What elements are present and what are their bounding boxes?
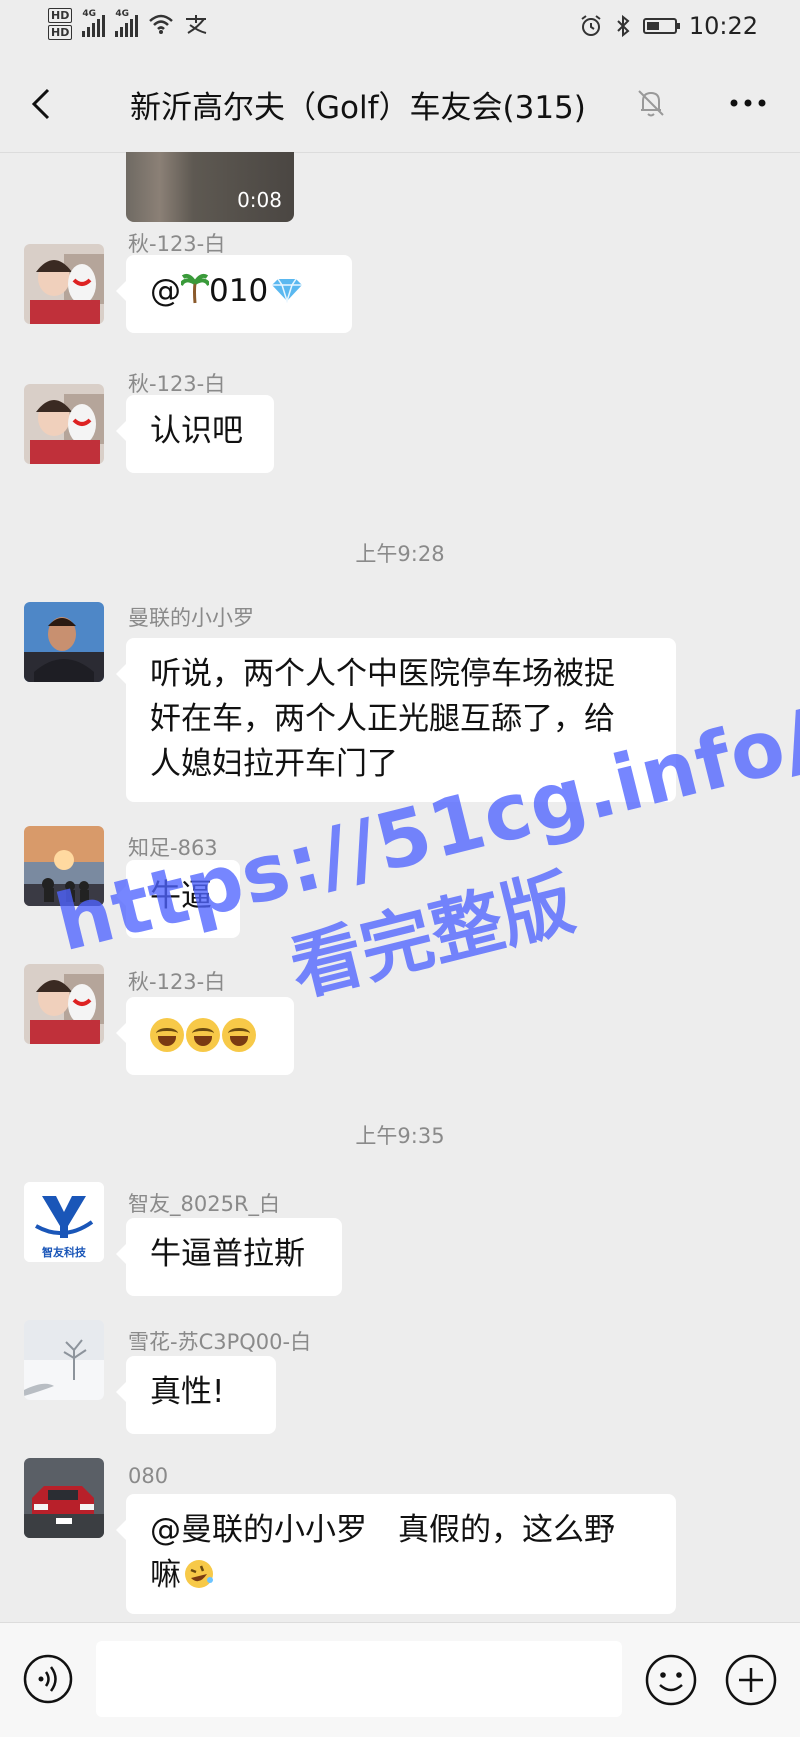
avatar[interactable] <box>24 826 104 906</box>
avatar[interactable] <box>24 384 104 464</box>
network-type-2: 4G <box>115 9 129 19</box>
video-duration: 0:08 <box>237 188 282 212</box>
message-bubble[interactable]: 牛逼 <box>116 860 240 938</box>
network-type-1: 4G <box>82 9 96 19</box>
mute-bell-icon <box>638 90 664 117</box>
chat-title: 新沂高尔夫（Golf）车友会(315) <box>130 90 586 126</box>
message-text: 牛逼普拉斯 <box>150 1236 305 1272</box>
avatar[interactable]: 智友科技 <box>24 1182 104 1262</box>
message-input-bar <box>0 1622 800 1737</box>
sender-name: 秋-123-白 <box>128 372 226 396</box>
message-text-line: @曼联的小小罗 真假的，这么野 <box>150 1512 615 1548</box>
sender-name: 曼联的小小罗 <box>128 606 254 630</box>
chat-header: 新沂高尔夫（Golf）车友会(315) <box>0 56 800 153</box>
message-text-line: 嘛 <box>150 1553 652 1598</box>
laughing-emoji-icon <box>150 1017 184 1052</box>
message-text-line: 听说，两个人个中医院停车场被捉 <box>150 656 615 692</box>
message-text: @ <box>150 273 181 309</box>
rofl-emoji-icon <box>185 1560 213 1588</box>
alipay-icon <box>186 15 207 34</box>
avatar[interactable] <box>24 244 104 324</box>
avatar-logo-text: 智友科技 <box>42 1245 87 1259</box>
message-bubble[interactable]: 真性! <box>116 1356 276 1434</box>
battery-icon <box>642 18 680 34</box>
avatar[interactable] <box>24 1320 104 1400</box>
message-text: 真性! <box>150 1374 225 1410</box>
signal-icon-1: 4G <box>82 9 106 37</box>
bluetooth-icon <box>617 14 630 38</box>
message-text: 牛逼 <box>150 878 212 914</box>
laughing-emoji-icon <box>222 1017 256 1052</box>
hd-badge-1: HD <box>48 8 73 23</box>
hd-badge-2: HD <box>48 25 73 40</box>
message-bubble[interactable]: @010 <box>116 255 352 333</box>
avatar[interactable] <box>24 964 104 1044</box>
signal-icon-2: 4G <box>115 9 139 37</box>
chat-message-list[interactable]: 0:08 秋-123-白 @010 秋-123-白 认识吧 上午9:28 曼联的… <box>0 152 800 1622</box>
sender-name: 智友_8025R_白 <box>128 1192 281 1216</box>
emoji-button-icon[interactable] <box>644 1653 698 1707</box>
alarm-icon <box>581 15 601 36</box>
more-options-icon[interactable] <box>726 88 770 118</box>
video-message[interactable]: 0:08 <box>126 152 294 222</box>
clock: 10:22 <box>688 12 758 40</box>
sender-name: 080 <box>128 1464 169 1488</box>
message-bubble[interactable]: 牛逼普拉斯 <box>116 1218 342 1296</box>
sender-name: 雪花-苏C3PQ00-白 <box>128 1330 312 1354</box>
more-actions-plus-icon[interactable] <box>724 1653 778 1707</box>
voice-input-icon[interactable] <box>22 1653 74 1705</box>
avatar[interactable] <box>24 602 104 682</box>
message-bubble[interactable]: @曼联的小小罗 真假的，这么野 嘛 <box>116 1494 676 1614</box>
sender-name: 知足-863 <box>128 836 218 860</box>
avatar[interactable] <box>24 1458 104 1538</box>
sender-name: 秋-123-白 <box>128 970 226 994</box>
hd-indicator: HD HD <box>48 8 73 40</box>
sender-name: 秋-123-白 <box>128 232 226 256</box>
message-text-line: 奸在车，两个人正光腿互舔了，给 <box>150 701 615 737</box>
timestamp: 上午9:35 <box>355 1124 445 1148</box>
palm-tree-icon <box>179 273 211 304</box>
status-bar: HD HD 4G 4G 10:22 <box>0 0 800 56</box>
laughing-emoji-icon <box>186 1017 220 1052</box>
wifi-icon <box>149 14 174 34</box>
message-text-line: 人媳妇拉开车门了 <box>150 746 398 782</box>
message-text: 嘛 <box>150 1557 181 1593</box>
timestamp: 上午9:28 <box>355 542 445 566</box>
message-input[interactable] <box>96 1641 622 1717</box>
message-text-suffix: 010 <box>209 273 269 309</box>
back-arrow-icon[interactable] <box>24 84 64 124</box>
message-text: 认识吧 <box>150 413 243 449</box>
message-bubble[interactable]: 认识吧 <box>116 395 274 473</box>
message-bubble[interactable] <box>116 997 294 1075</box>
diamond-icon <box>272 278 303 304</box>
message-bubble[interactable]: 听说，两个人个中医院停车场被捉 奸在车，两个人正光腿互舔了，给 人媳妇拉开车门了 <box>116 638 676 802</box>
